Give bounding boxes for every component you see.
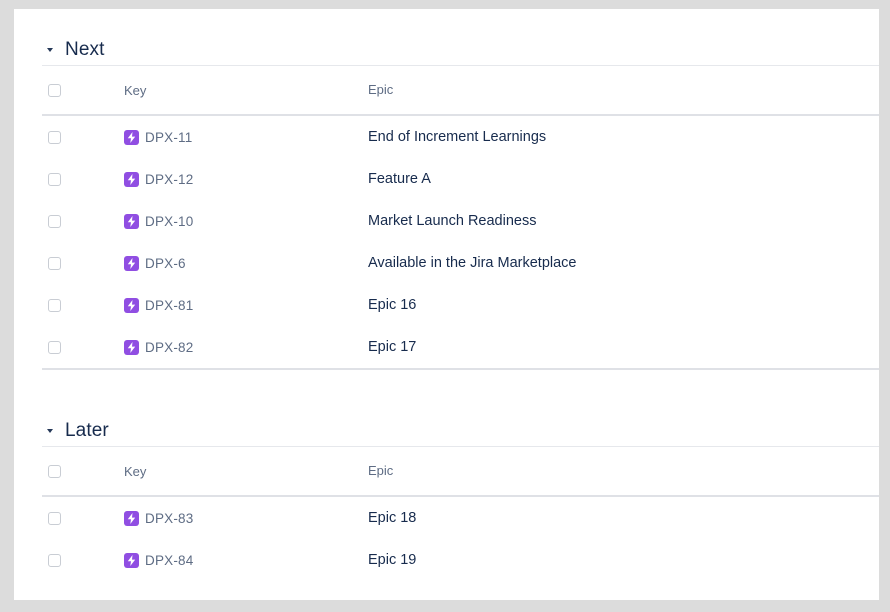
table-row[interactable]: DPX-81 Epic 16 — [42, 284, 879, 326]
section-header[interactable]: Next — [42, 34, 879, 66]
column-header-epic: Epic — [368, 82, 394, 97]
epic-name: Epic 16 — [368, 297, 417, 313]
issue-key-link[interactable]: DPX-84 — [145, 553, 193, 568]
issue-key-link[interactable]: DPX-11 — [145, 130, 192, 145]
section-next: Next Key Epic DPX-11 End of Increment Le… — [42, 34, 879, 370]
epic-lightning-icon — [124, 510, 139, 526]
row-checkbox[interactable] — [48, 553, 61, 567]
table-row[interactable]: DPX-11 End of Increment Learnings — [42, 116, 879, 158]
issue-key-link[interactable]: DPX-12 — [145, 172, 193, 187]
table-header: Key Epic — [42, 66, 879, 116]
table-row[interactable]: DPX-83 Epic 18 — [42, 497, 879, 539]
epic-name: Epic 19 — [368, 552, 417, 568]
epic-name: Feature A — [368, 171, 431, 187]
row-checkbox[interactable] — [48, 214, 61, 228]
epic-lightning-icon — [124, 129, 139, 145]
select-all-checkbox[interactable] — [48, 83, 61, 97]
section-header[interactable]: Later — [42, 415, 879, 447]
issue-key-link[interactable]: DPX-6 — [145, 256, 186, 271]
epic-lightning-icon — [124, 552, 139, 568]
chevron-down-icon[interactable] — [44, 44, 56, 56]
row-checkbox[interactable] — [48, 256, 61, 270]
column-header-epic: Epic — [368, 463, 394, 478]
epic-name: Epic 17 — [368, 339, 417, 355]
roadmap-panel: Next Key Epic DPX-11 End of Increment Le… — [14, 9, 879, 600]
row-checkbox[interactable] — [48, 130, 61, 144]
epic-lightning-icon — [124, 213, 139, 229]
issue-key-link[interactable]: DPX-81 — [145, 298, 193, 313]
section-title: Later — [65, 419, 109, 441]
epic-name: Available in the Jira Marketplace — [368, 255, 577, 271]
table-row[interactable]: DPX-82 Epic 17 — [42, 326, 879, 368]
epic-lightning-icon — [124, 255, 139, 271]
issue-key-link[interactable]: DPX-10 — [145, 214, 193, 229]
section-later: Later Key Epic DPX-83 Epic 18 DPX-84 Epi… — [42, 415, 879, 581]
epic-name: End of Increment Learnings — [368, 129, 547, 145]
table-row[interactable]: DPX-10 Market Launch Readiness — [42, 200, 879, 242]
section-title: Next — [65, 38, 105, 60]
epic-name: Market Launch Readiness — [368, 213, 537, 229]
table-row[interactable]: DPX-84 Epic 19 — [42, 539, 879, 581]
epic-lightning-icon — [124, 297, 139, 313]
epic-lightning-icon — [124, 171, 139, 187]
epic-lightning-icon — [124, 339, 139, 355]
row-checkbox[interactable] — [48, 298, 61, 312]
issue-key-link[interactable]: DPX-83 — [145, 511, 193, 526]
table-body: DPX-11 End of Increment Learnings DPX-12… — [42, 116, 879, 370]
column-header-key: Key — [124, 82, 147, 98]
table-row[interactable]: DPX-6 Available in the Jira Marketplace — [42, 242, 879, 284]
select-all-checkbox[interactable] — [48, 464, 61, 478]
table-row[interactable]: DPX-12 Feature A — [42, 158, 879, 200]
chevron-down-icon[interactable] — [44, 425, 56, 437]
row-checkbox[interactable] — [48, 511, 61, 525]
epic-name: Epic 18 — [368, 510, 417, 526]
table-body: DPX-83 Epic 18 DPX-84 Epic 19 — [42, 497, 879, 581]
table-header: Key Epic — [42, 447, 879, 497]
row-checkbox[interactable] — [48, 340, 61, 354]
column-header-key: Key — [124, 463, 147, 479]
row-checkbox[interactable] — [48, 172, 61, 186]
issue-key-link[interactable]: DPX-82 — [145, 340, 193, 355]
